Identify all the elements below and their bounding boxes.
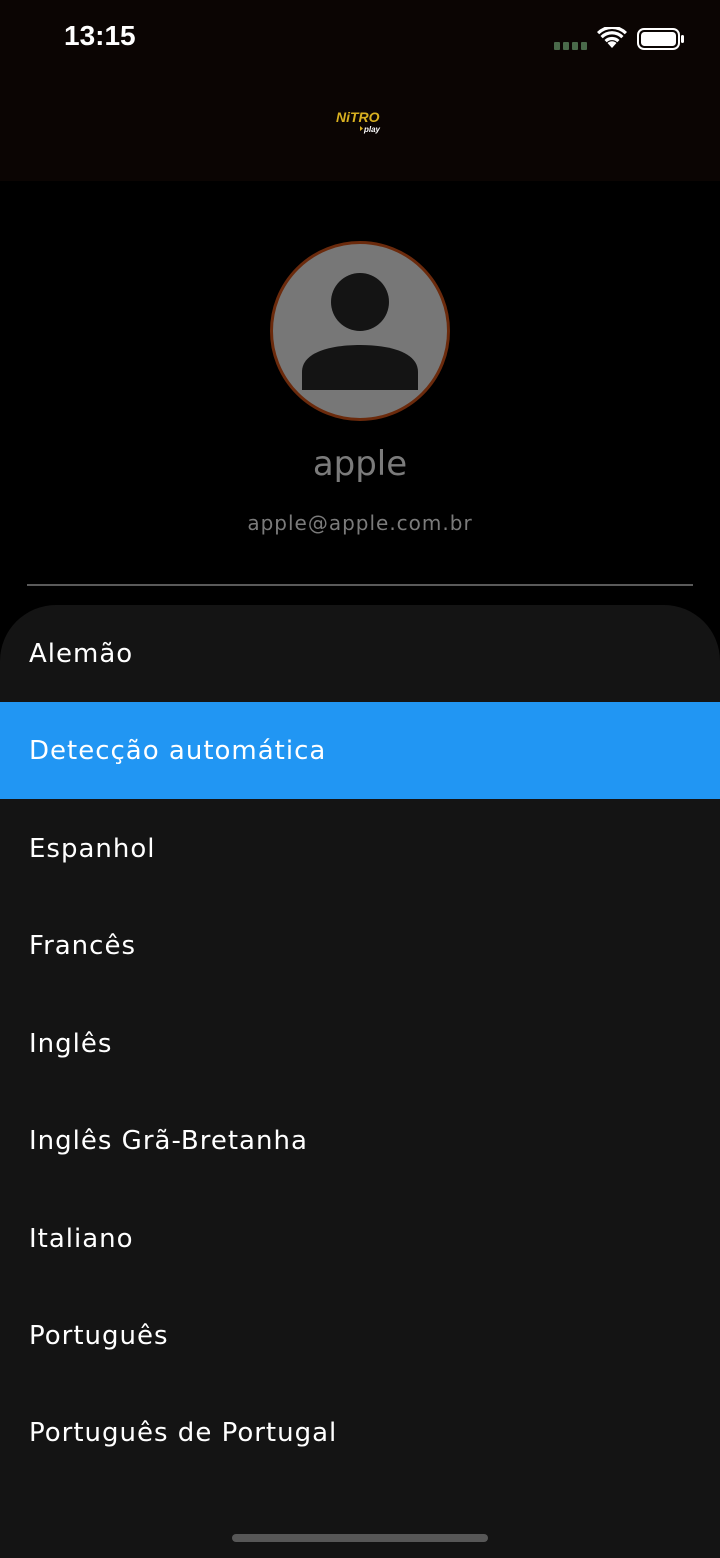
- language-item-frances[interactable]: Francês: [0, 897, 720, 994]
- battery-icon: [637, 28, 684, 50]
- language-item-espanhol[interactable]: Espanhol: [0, 800, 720, 897]
- user-silhouette-icon: [302, 273, 418, 390]
- language-item-alemao[interactable]: Alemão: [0, 605, 720, 702]
- language-item-ingles[interactable]: Inglês: [0, 995, 720, 1092]
- language-item-portugues[interactable]: Português: [0, 1287, 720, 1384]
- language-item-portugues-de-portugal[interactable]: Português de Portugal: [0, 1384, 720, 1481]
- profile-email: apple@apple.com.br: [247, 511, 473, 535]
- profile-name: apple: [312, 444, 408, 484]
- language-item-ingles-gra-bretanha[interactable]: Inglês Grã-Bretanha: [0, 1092, 720, 1189]
- app-header: NiTRO play: [0, 80, 720, 181]
- status-time: 13:15: [64, 20, 136, 51]
- avatar[interactable]: [270, 241, 450, 421]
- signal-icon: [554, 42, 587, 50]
- wifi-icon: [597, 27, 627, 48]
- home-indicator[interactable]: [232, 1534, 488, 1542]
- language-item-auto-detect[interactable]: Detecção automática: [0, 702, 720, 799]
- status-bar: 13:15: [0, 0, 720, 80]
- language-sheet: Alemão Detecção automática Espanhol Fran…: [0, 605, 720, 1558]
- logo-text: NiTRO: [336, 109, 380, 125]
- nitro-play-logo: NiTRO play: [336, 109, 381, 134]
- divider: [27, 584, 693, 586]
- language-item-italiano[interactable]: Italiano: [0, 1190, 720, 1287]
- logo-subtext: play: [363, 125, 381, 134]
